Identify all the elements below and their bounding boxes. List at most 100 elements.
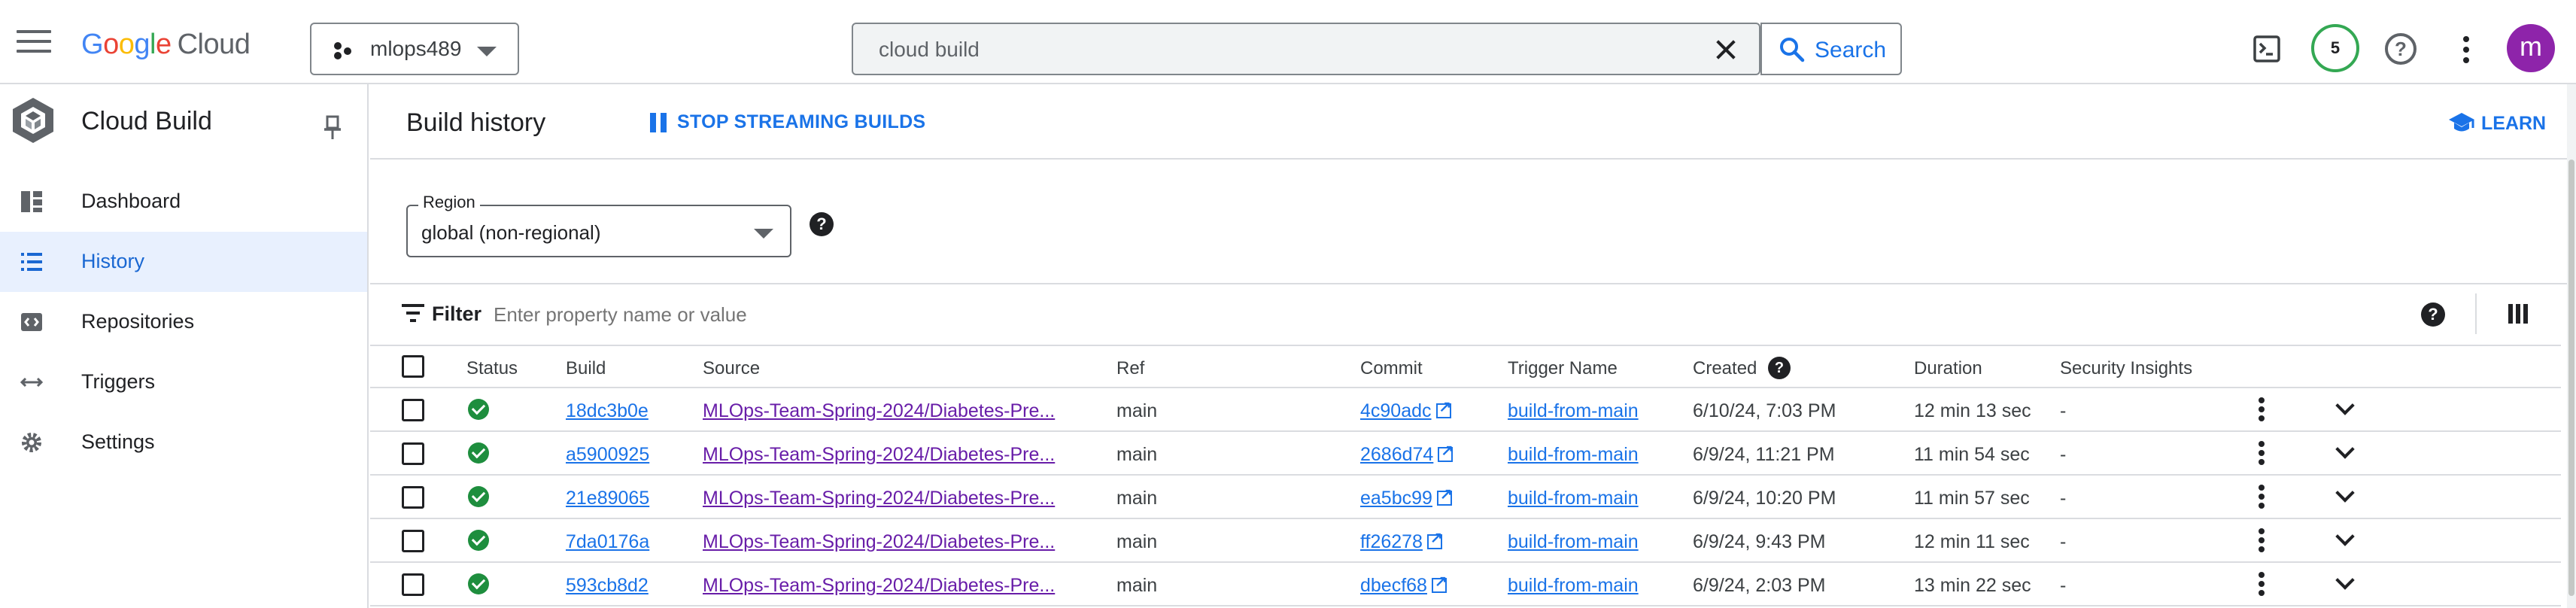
row-actions-icon[interactable] xyxy=(2259,397,2265,424)
source-link[interactable]: MLOps-Team-Spring-2024/Diabetes-Pre... xyxy=(703,400,1055,422)
success-status-icon xyxy=(468,486,489,507)
build-id-link[interactable]: 21e89065 xyxy=(566,488,649,509)
help-icon[interactable]: ? xyxy=(810,212,834,236)
column-header-ref[interactable]: Ref xyxy=(1116,358,1144,379)
search-button[interactable]: Search xyxy=(1760,23,1902,75)
source-link[interactable]: MLOps-Team-Spring-2024/Diabetes-Pre... xyxy=(703,531,1055,553)
expand-row-icon[interactable] xyxy=(2335,486,2353,504)
table-row: 7da0176a MLOps-Team-Spring-2024/Diabetes… xyxy=(370,519,2561,563)
row-actions-icon[interactable] xyxy=(2259,572,2265,599)
security-insights-value: - xyxy=(2060,488,2067,509)
sidebar-item-history[interactable]: History xyxy=(0,232,367,292)
source-link[interactable]: MLOps-Team-Spring-2024/Diabetes-Pre... xyxy=(703,488,1055,509)
commit-link[interactable]: 4c90adc xyxy=(1360,400,1432,421)
scrollbar[interactable] xyxy=(2567,84,2576,608)
select-all-checkbox[interactable] xyxy=(402,355,424,378)
avatar[interactable]: m xyxy=(2507,24,2555,72)
row-checkbox[interactable] xyxy=(402,530,424,552)
notifications-badge[interactable]: 5 xyxy=(2311,24,2359,72)
cloud-shell-icon[interactable] xyxy=(2252,35,2281,63)
help-icon[interactable]: ? xyxy=(2421,302,2445,327)
row-checkbox[interactable] xyxy=(402,486,424,509)
build-id-link[interactable]: 7da0176a xyxy=(566,531,649,553)
table-row: 21e89065 MLOps-Team-Spring-2024/Diabetes… xyxy=(370,476,2561,519)
row-actions-icon[interactable] xyxy=(2259,528,2265,555)
list-icon xyxy=(21,253,42,271)
arrows-icon xyxy=(20,377,44,388)
dashboard-icon xyxy=(21,191,42,212)
success-status-icon xyxy=(468,573,489,594)
expand-row-icon[interactable] xyxy=(2335,442,2353,461)
commit-cell: dbecf68 xyxy=(1360,572,1447,597)
region-label: Region xyxy=(418,193,480,212)
help-icon[interactable]: ? xyxy=(2385,33,2417,65)
source-link[interactable]: MLOps-Team-Spring-2024/Diabetes-Pre... xyxy=(703,444,1055,466)
search-input[interactable] xyxy=(879,33,1691,66)
created-value: 6/9/24, 9:43 PM xyxy=(1693,531,1826,552)
row-actions-icon[interactable] xyxy=(2259,485,2265,512)
row-checkbox[interactable] xyxy=(402,399,424,421)
expand-row-icon[interactable] xyxy=(2335,530,2353,548)
filter-icon xyxy=(402,304,424,322)
external-link-icon[interactable] xyxy=(1431,572,1447,593)
project-picker-button[interactable]: mlops489 xyxy=(310,23,519,75)
column-header-commit[interactable]: Commit xyxy=(1360,358,1423,379)
ref-value: main xyxy=(1116,488,1158,509)
expand-row-icon[interactable] xyxy=(2335,573,2353,591)
commit-link[interactable]: ea5bc99 xyxy=(1360,488,1432,509)
column-header-source[interactable]: Source xyxy=(703,358,760,379)
created-value: 6/9/24, 2:03 PM xyxy=(1693,575,1826,596)
sidebar-item-label: Dashboard xyxy=(81,190,181,212)
success-status-icon xyxy=(468,399,489,420)
search-box xyxy=(852,23,1760,75)
filter-label: Filter xyxy=(432,302,482,325)
sidebar-item-repositories[interactable]: Repositories xyxy=(0,292,367,352)
pin-icon[interactable] xyxy=(322,114,343,141)
trigger-link[interactable]: build-from-main xyxy=(1508,444,1639,466)
external-link-icon[interactable] xyxy=(1438,441,1454,462)
external-link-icon[interactable] xyxy=(1435,397,1451,418)
build-id-link[interactable]: a5900925 xyxy=(566,444,649,466)
help-icon[interactable]: ? xyxy=(1768,357,1791,379)
commit-cell: 2686d74 xyxy=(1360,441,1454,466)
clear-search-icon[interactable] xyxy=(1714,38,1738,62)
sidebar-item-dashboard[interactable]: Dashboard xyxy=(0,172,367,232)
trigger-link[interactable]: build-from-main xyxy=(1508,575,1639,597)
row-checkbox[interactable] xyxy=(402,442,424,465)
external-link-icon[interactable] xyxy=(1426,528,1443,549)
google-cloud-logo[interactable]: Google Cloud xyxy=(81,29,251,61)
more-options-icon[interactable] xyxy=(2463,36,2469,68)
duration-value: 12 min 13 sec xyxy=(1914,400,2031,421)
row-checkbox[interactable] xyxy=(402,573,424,596)
external-link-icon[interactable] xyxy=(1436,485,1453,506)
column-header-build[interactable]: Build xyxy=(566,358,606,379)
trigger-link[interactable]: build-from-main xyxy=(1508,531,1639,553)
column-header-created[interactable]: Created xyxy=(1693,358,1757,379)
commit-link[interactable]: ff26278 xyxy=(1360,531,1423,552)
trigger-link[interactable]: build-from-main xyxy=(1508,400,1639,422)
sidebar: Cloud Build Dashboard History Repositori… xyxy=(0,84,369,608)
duration-value: 11 min 57 sec xyxy=(1914,488,2030,509)
sidebar-item-settings[interactable]: Settings xyxy=(0,412,367,473)
build-id-link[interactable]: 18dc3b0e xyxy=(566,400,649,422)
commit-link[interactable]: 2686d74 xyxy=(1360,444,1433,465)
column-header-security-insights[interactable]: Security Insights xyxy=(2060,358,2192,379)
commit-link[interactable]: dbecf68 xyxy=(1360,575,1427,596)
created-value: 6/10/24, 7:03 PM xyxy=(1693,400,1836,421)
main-menu-icon[interactable] xyxy=(17,30,51,54)
trigger-link[interactable]: build-from-main xyxy=(1508,488,1639,509)
scrollbar-thumb[interactable] xyxy=(2568,160,2574,596)
source-link[interactable]: MLOps-Team-Spring-2024/Diabetes-Pre... xyxy=(703,575,1055,597)
region-value: global (non-regional) xyxy=(421,221,601,244)
sidebar-item-triggers[interactable]: Triggers xyxy=(0,352,367,412)
column-header-trigger-name[interactable]: Trigger Name xyxy=(1508,358,1618,379)
expand-row-icon[interactable] xyxy=(2335,399,2353,417)
row-actions-icon[interactable] xyxy=(2259,441,2265,468)
region-select[interactable]: Region global (non-regional) xyxy=(406,193,791,257)
filter-input[interactable] xyxy=(494,299,1547,330)
column-header-duration[interactable]: Duration xyxy=(1914,358,1982,379)
column-header-status[interactable]: Status xyxy=(466,358,518,379)
commit-cell: 4c90adc xyxy=(1360,397,1451,422)
column-display-icon[interactable] xyxy=(2508,304,2528,324)
build-id-link[interactable]: 593cb8d2 xyxy=(566,575,649,597)
